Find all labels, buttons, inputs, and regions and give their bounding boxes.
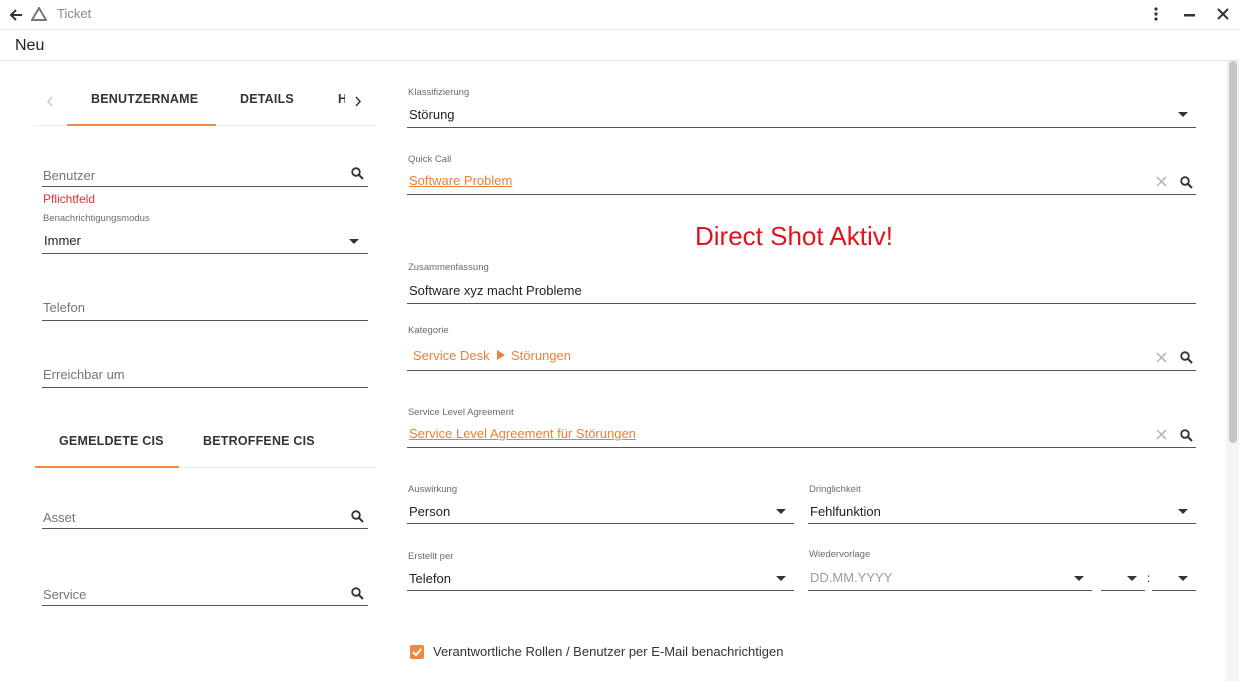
benutzer-error: Pflichtfeld	[43, 192, 96, 206]
wiedervorlage-minute-underline	[1152, 590, 1196, 591]
search-icon[interactable]	[1180, 429, 1193, 442]
search-icon[interactable]	[1180, 351, 1193, 364]
tab-betroffene-cis[interactable]: BETROFFENE CIS	[203, 434, 315, 448]
zusammenfassung-input[interactable]: Software xyz macht Probleme	[409, 283, 582, 298]
dropdown-arrow-icon[interactable]	[776, 576, 786, 581]
erstellt-select[interactable]: Telefon	[409, 571, 451, 586]
zusammenfassung-underline	[407, 303, 1196, 304]
klassifizierung-underline	[407, 127, 1196, 128]
close-icon[interactable]	[1217, 8, 1229, 20]
benutzer-input[interactable]: Benutzer	[43, 168, 95, 183]
kategorie-label: Kategorie	[408, 325, 449, 336]
quickcall-value[interactable]: Software Problem	[409, 173, 512, 188]
asset-underline	[42, 528, 368, 529]
erreichbar-input[interactable]: Erreichbar um	[43, 367, 125, 382]
sla-label: Service Level Agreement	[408, 407, 514, 418]
active-tab-indicator	[67, 124, 216, 126]
dropdown-arrow-icon[interactable]	[1178, 112, 1188, 117]
klassifizierung-select[interactable]: Störung	[409, 107, 455, 122]
tab-h[interactable]: H	[338, 92, 345, 106]
benachrichtigung-select[interactable]: Immer	[44, 233, 81, 248]
scrollbar-thumb[interactable]	[1229, 61, 1237, 443]
search-icon[interactable]	[351, 510, 364, 523]
klassifizierung-label: Klassifizierung	[408, 87, 470, 98]
dropdown-arrow-icon[interactable]	[1074, 576, 1084, 581]
service-underline	[42, 605, 368, 606]
search-icon[interactable]	[1180, 176, 1193, 189]
checkmark-icon	[412, 648, 422, 657]
kategorie-underline	[407, 370, 1196, 371]
time-separator: :	[1147, 571, 1151, 585]
dropdown-arrow-icon[interactable]	[1178, 509, 1188, 514]
dringlichkeit-label: Dringlichkeit	[809, 484, 861, 495]
tab-gemeldete-cis[interactable]: GEMELDETE CIS	[59, 434, 164, 448]
telefon-underline	[42, 320, 368, 321]
benutzer-underline	[42, 186, 368, 187]
notify-checkbox[interactable]	[410, 645, 424, 659]
breadcrumb-arrow-icon	[497, 350, 505, 360]
clear-icon[interactable]	[1156, 176, 1167, 187]
page-header: Neu	[0, 30, 1239, 61]
clear-icon[interactable]	[1156, 352, 1167, 363]
auswirkung-label: Auswirkung	[408, 484, 458, 495]
wiedervorlage-label: Wiedervorlage	[809, 549, 871, 560]
back-arrow-icon[interactable]	[9, 8, 23, 22]
page-title: Neu	[15, 37, 45, 54]
dropdown-arrow-icon[interactable]	[776, 509, 786, 514]
dringlichkeit-select[interactable]: Fehlfunktion	[810, 504, 881, 519]
asset-input[interactable]: Asset	[43, 510, 76, 525]
zusammenfassung-label: Zusammenfassung	[408, 262, 489, 273]
wiedervorlage-date[interactable]: DD.MM.YYYY	[810, 570, 892, 585]
erreichbar-underline	[42, 387, 368, 388]
direct-shot-alert: Direct Shot Aktiv!	[695, 221, 893, 251]
notify-label[interactable]: Verantwortliche Rollen / Benutzer per E-…	[433, 644, 783, 659]
dropdown-arrow-icon[interactable]	[1178, 576, 1188, 581]
sla-value[interactable]: Service Level Agreement für Störungen	[409, 426, 636, 441]
chevron-right-icon[interactable]	[354, 96, 362, 107]
tab-details[interactable]: DETAILS	[240, 92, 294, 106]
wiedervorlage-date-underline	[808, 590, 1092, 591]
more-vert-icon[interactable]	[1153, 7, 1159, 21]
search-icon[interactable]	[351, 167, 364, 180]
quickcall-label: Quick Call	[408, 154, 452, 165]
wiedervorlage-hour-underline	[1101, 590, 1145, 591]
auswirkung-select[interactable]: Person	[409, 504, 450, 519]
erstellt-underline	[407, 590, 794, 591]
quickcall-underline	[407, 194, 1196, 195]
kategorie-crumb-2[interactable]: Störungen	[511, 348, 571, 363]
tab-benutzername[interactable]: BENUTZERNAME	[91, 92, 198, 106]
dringlichkeit-underline	[808, 523, 1196, 524]
service-input[interactable]: Service	[43, 587, 86, 602]
clear-icon[interactable]	[1156, 429, 1167, 440]
benachrichtigung-label: Benachrichtigungsmodus	[43, 213, 150, 224]
dropdown-arrow-icon[interactable]	[349, 239, 359, 244]
sla-underline	[407, 447, 1196, 448]
auswirkung-underline	[407, 523, 794, 524]
benachrichtigung-underline	[42, 253, 368, 254]
ci-active-tab-indicator	[35, 466, 179, 468]
telefon-input[interactable]: Telefon	[43, 300, 85, 315]
minimize-icon[interactable]	[1184, 8, 1196, 20]
kategorie-crumb-1[interactable]: Service Desk	[413, 348, 490, 363]
title-bar: Ticket	[0, 0, 1239, 30]
chevron-left-icon[interactable]	[46, 96, 54, 107]
dropdown-arrow-icon[interactable]	[1127, 576, 1137, 581]
search-icon[interactable]	[351, 587, 364, 600]
erstellt-label: Erstellt per	[408, 551, 454, 562]
window-title: Ticket	[57, 6, 92, 21]
app-logo-icon	[31, 7, 47, 21]
